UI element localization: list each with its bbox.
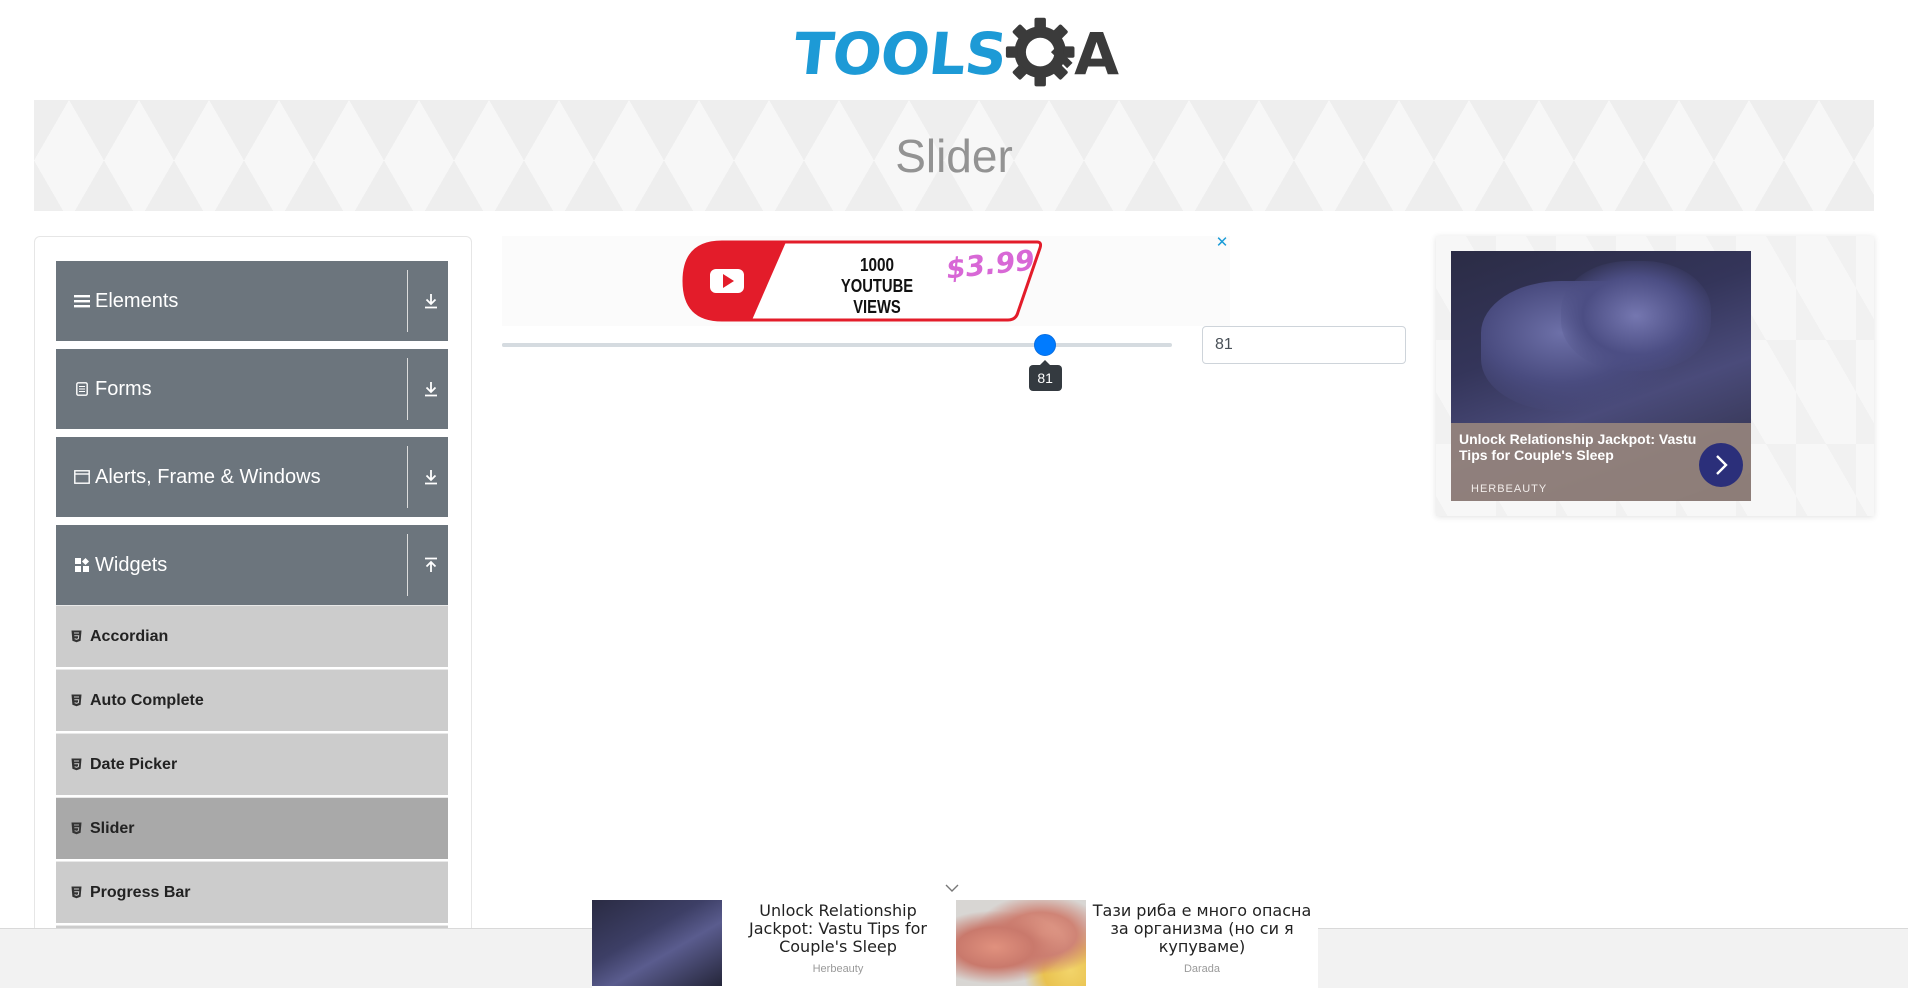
sidebar-item-label: Progress Bar [90, 883, 191, 901]
right-ad[interactable]: Unlock Relationship Jackpot: Vastu Tips … [1436, 236, 1874, 516]
sidebar-item-label: Slider [90, 819, 135, 837]
download-arrow-icon[interactable] [422, 292, 439, 311]
bottom-ad-brand: Herbeauty [812, 963, 864, 975]
right-ad-brand: HERBEAUTY [1471, 483, 1548, 495]
bottom-ad-thumbnail-fish [956, 900, 1086, 986]
page-title: Slider [895, 129, 1013, 182]
close-icon[interactable]: ✕ [1214, 234, 1230, 250]
page-banner: Slider [34, 100, 1874, 211]
logo-a-text: A [1074, 19, 1119, 88]
bottom-ad-brand: Darada [1183, 963, 1221, 975]
sidebar-item-progress-bar[interactable]: Progress Bar [56, 861, 448, 923]
bottom-ad[interactable]: Unlock Relationship Jackpot: Vastu Tips … [592, 900, 1318, 988]
bottom-ad-text: Тази риба е много опасна за организма (н… [1092, 901, 1312, 956]
chevron-right-icon[interactable] [1699, 443, 1743, 487]
upload-arrow-icon[interactable] [422, 556, 439, 575]
sidebar-item-auto-complete[interactable]: Auto Complete [56, 669, 448, 731]
chevron-down-icon[interactable] [944, 882, 960, 894]
form-icon [73, 380, 91, 398]
ad-line1: 1000 [859, 255, 895, 275]
ad-line2: YOUTUBE VIEWS [840, 276, 914, 317]
html5-icon [70, 886, 82, 900]
range-slider[interactable]: 81 [502, 330, 1172, 400]
sidebar-group-elements[interactable]: Elements [56, 261, 448, 341]
sidebar-item-date-picker[interactable]: Date Picker [56, 733, 448, 795]
ad-image-pillow [1561, 261, 1711, 371]
sidebar-group-widgets[interactable]: Widgets [56, 525, 448, 605]
window-icon [73, 468, 91, 486]
sidebar-group-label: Alerts, Frame & Windows [95, 465, 321, 488]
sidebar-item-label: Accordian [90, 627, 169, 645]
bottom-ad-text: Unlock Relationship Jackpot: Vastu Tips … [749, 901, 927, 956]
slider-value-field[interactable]: 81 [1202, 326, 1406, 364]
logo-tools-text: TOOLS [790, 19, 1010, 88]
sidebar-item-label: Date Picker [90, 755, 178, 773]
bottom-ad-thumbnail-bed [592, 900, 722, 986]
list-icon [73, 292, 91, 310]
sidebar-group-forms[interactable]: Forms [56, 349, 448, 429]
toolsqa-logo[interactable]: TOOLS A [790, 16, 1119, 91]
widgets-icon [73, 556, 91, 574]
right-ad-card[interactable]: Unlock Relationship Jackpot: Vastu Tips … [1451, 251, 1751, 501]
right-ad-caption: Unlock Relationship Jackpot: Vastu Tips … [1451, 423, 1751, 501]
sidebar-group-alerts-frame-windows[interactable]: Alerts, Frame & Windows [56, 437, 448, 517]
sidebar-group-label: Elements [95, 289, 179, 312]
html5-icon [70, 822, 82, 836]
sidebar-item-slider[interactable]: Slider [56, 797, 448, 859]
sidebar-group-label: Widgets [95, 553, 168, 576]
sidebar-item-label: Auto Complete [90, 691, 204, 709]
sidebar-group-label: Forms [95, 377, 152, 400]
bottom-ad-item[interactable]: Тази риба е много опасна за организма (н… [956, 900, 1318, 988]
download-arrow-icon[interactable] [422, 380, 439, 399]
divider [407, 270, 408, 332]
slider-fill [502, 343, 1045, 347]
html5-icon [70, 630, 82, 644]
html5-icon [70, 694, 82, 708]
download-arrow-icon[interactable] [422, 468, 439, 487]
top-ad-banner[interactable]: 1000 YOUTUBE VIEWS $3.99 [502, 236, 1230, 326]
html5-icon [70, 758, 82, 772]
sidebar-item-accordian[interactable]: Accordian [56, 605, 448, 667]
right-ad-title: Unlock Relationship Jackpot: Vastu Tips … [1459, 431, 1697, 463]
divider [407, 358, 408, 420]
slider-thumb[interactable] [1033, 334, 1056, 356]
left-sidebar: Elements Forms Alerts, Frame & Windows W… [34, 236, 472, 988]
slider-value-tooltip: 81 [1028, 360, 1062, 391]
divider [407, 446, 408, 508]
gear-icon [1005, 17, 1075, 86]
divider [407, 534, 408, 596]
bottom-ad-item[interactable]: Unlock Relationship Jackpot: Vastu Tips … [592, 900, 954, 988]
